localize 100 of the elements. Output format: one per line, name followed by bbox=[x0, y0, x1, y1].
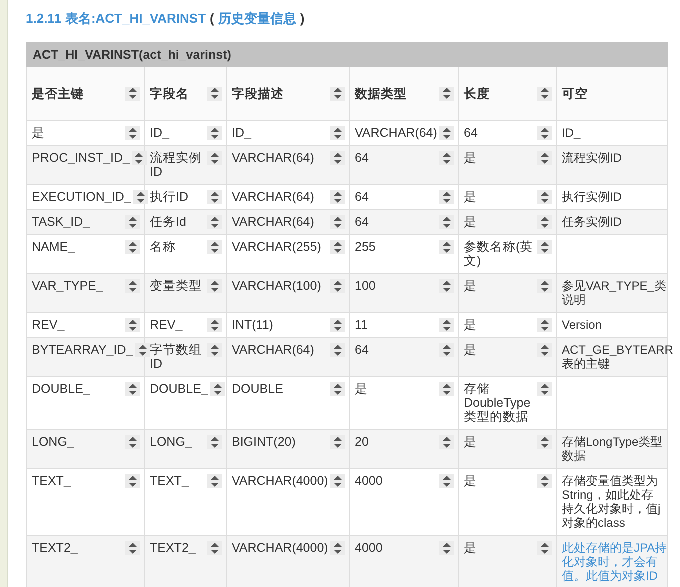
table-cell: 是 bbox=[464, 343, 477, 357]
table-cell: TEXT2_ bbox=[150, 541, 196, 555]
sort-icon[interactable] bbox=[207, 126, 222, 140]
sort-icon[interactable] bbox=[207, 318, 222, 332]
sort-icon[interactable] bbox=[330, 279, 345, 293]
table-cell: ID_ bbox=[562, 126, 581, 140]
sort-icon[interactable] bbox=[125, 382, 140, 396]
table-cell: NAME_ bbox=[32, 240, 76, 254]
column-header[interactable]: 可空 bbox=[562, 86, 588, 100]
sort-icon[interactable] bbox=[125, 215, 140, 229]
table-cell: 任务实例ID bbox=[562, 215, 622, 229]
table-caption: ACT_HI_VARINST(act_hi_varinst) bbox=[26, 42, 668, 66]
sort-icon[interactable] bbox=[537, 474, 552, 488]
sort-icon[interactable] bbox=[207, 279, 222, 293]
sort-icon[interactable] bbox=[439, 240, 454, 254]
column-header[interactable]: 字段名 bbox=[150, 86, 189, 100]
sort-icon[interactable] bbox=[207, 343, 222, 357]
sort-icon[interactable] bbox=[125, 474, 140, 488]
sort-icon[interactable] bbox=[207, 190, 222, 204]
sort-icon[interactable] bbox=[537, 343, 552, 357]
table-cell: 存储变量值类型为 String，如此处存 持久化对象时，值j 对象的class bbox=[562, 474, 661, 530]
sort-icon[interactable] bbox=[125, 240, 140, 254]
table-cell: DOUBLE_ bbox=[150, 382, 208, 396]
table-cell: 任务Id bbox=[150, 215, 186, 229]
sort-icon[interactable] bbox=[135, 343, 150, 357]
sort-icon[interactable] bbox=[439, 474, 454, 488]
sort-icon[interactable] bbox=[330, 126, 345, 140]
table-name: 表名:ACT_HI_VARINST bbox=[65, 10, 206, 28]
sort-icon[interactable] bbox=[537, 318, 552, 332]
column-header[interactable]: 字段描述 bbox=[232, 86, 284, 100]
sort-icon[interactable] bbox=[330, 151, 345, 165]
table-cell: 变量类型 bbox=[150, 279, 202, 293]
sort-icon[interactable] bbox=[330, 215, 345, 229]
sort-icon[interactable] bbox=[439, 215, 454, 229]
sort-icon[interactable] bbox=[439, 318, 454, 332]
sort-icon[interactable] bbox=[537, 126, 552, 140]
table-cell-text: 流程实例ID bbox=[150, 151, 203, 179]
sort-icon[interactable] bbox=[537, 279, 552, 293]
sort-icon[interactable] bbox=[537, 151, 552, 165]
sort-icon[interactable] bbox=[125, 541, 140, 555]
sort-icon[interactable] bbox=[439, 279, 454, 293]
sort-icon[interactable] bbox=[537, 215, 552, 229]
sort-icon[interactable] bbox=[537, 86, 552, 100]
sort-icon[interactable] bbox=[537, 240, 552, 254]
sort-icon[interactable] bbox=[330, 343, 345, 357]
sort-icon[interactable] bbox=[207, 215, 222, 229]
sort-icon[interactable] bbox=[330, 474, 346, 488]
sort-icon[interactable] bbox=[439, 86, 454, 100]
table-cell-text: 字节数组ID bbox=[150, 343, 203, 371]
table-cell: VARCHAR(64) bbox=[232, 151, 314, 165]
sort-icon[interactable] bbox=[439, 343, 454, 357]
table-cell: EXECUTION_ID_ bbox=[32, 190, 132, 204]
table-cell: ID_ bbox=[150, 126, 170, 140]
table-cell: 是 bbox=[32, 126, 45, 140]
sort-icon[interactable] bbox=[125, 435, 140, 449]
sort-icon[interactable] bbox=[125, 318, 140, 332]
table-cell: VARCHAR(64) bbox=[232, 343, 314, 357]
sort-icon[interactable] bbox=[537, 382, 552, 396]
sort-icon[interactable] bbox=[207, 474, 222, 488]
sort-icon[interactable] bbox=[207, 541, 222, 555]
table-description: 历史变量信息 bbox=[218, 10, 296, 28]
sort-icon[interactable] bbox=[330, 86, 345, 100]
sort-icon[interactable] bbox=[133, 190, 148, 204]
column-header[interactable]: 数据类型 bbox=[355, 86, 407, 100]
table-cell: Version bbox=[562, 318, 602, 332]
sort-icon[interactable] bbox=[125, 126, 140, 140]
sort-icon[interactable] bbox=[439, 435, 454, 449]
sort-icon[interactable] bbox=[439, 190, 454, 204]
sort-icon[interactable] bbox=[537, 190, 552, 204]
sort-icon[interactable] bbox=[439, 541, 454, 555]
table-cell: LONG_ bbox=[150, 435, 192, 449]
sort-icon[interactable] bbox=[330, 541, 346, 555]
sort-icon[interactable] bbox=[439, 382, 454, 396]
sort-icon[interactable] bbox=[330, 190, 345, 204]
sort-icon[interactable] bbox=[207, 151, 222, 165]
sort-icon[interactable] bbox=[125, 279, 140, 293]
table-cell: TEXT_ bbox=[150, 474, 189, 488]
sort-icon[interactable] bbox=[439, 126, 454, 140]
sort-icon[interactable] bbox=[537, 541, 552, 555]
column-header[interactable]: 长度 bbox=[464, 86, 490, 100]
paren: ( bbox=[210, 11, 214, 26]
sort-icon[interactable] bbox=[207, 435, 222, 449]
table-cell: VARCHAR(100) bbox=[232, 279, 322, 293]
sort-icon[interactable] bbox=[330, 240, 345, 254]
sort-icon[interactable] bbox=[210, 382, 226, 396]
table-cell: LONG_ bbox=[32, 435, 74, 449]
section-number: 1.2.11 bbox=[26, 11, 62, 26]
sort-icon[interactable] bbox=[125, 86, 140, 100]
sort-icon[interactable] bbox=[537, 435, 552, 449]
sort-icon[interactable] bbox=[207, 86, 222, 100]
sort-icon[interactable] bbox=[330, 435, 345, 449]
sort-icon[interactable] bbox=[330, 318, 345, 332]
table-cell: 是 bbox=[355, 382, 368, 396]
sort-icon[interactable] bbox=[132, 151, 147, 165]
column-header[interactable]: 是否主键 bbox=[32, 86, 84, 100]
sort-icon[interactable] bbox=[207, 240, 222, 254]
sort-icon[interactable] bbox=[330, 382, 345, 396]
sort-icon[interactable] bbox=[439, 151, 454, 165]
table-cell: BYTEARRAY_ID_ bbox=[32, 343, 134, 357]
table-cell: ACT_GE_BYTEARR 表的主键 bbox=[562, 343, 674, 371]
